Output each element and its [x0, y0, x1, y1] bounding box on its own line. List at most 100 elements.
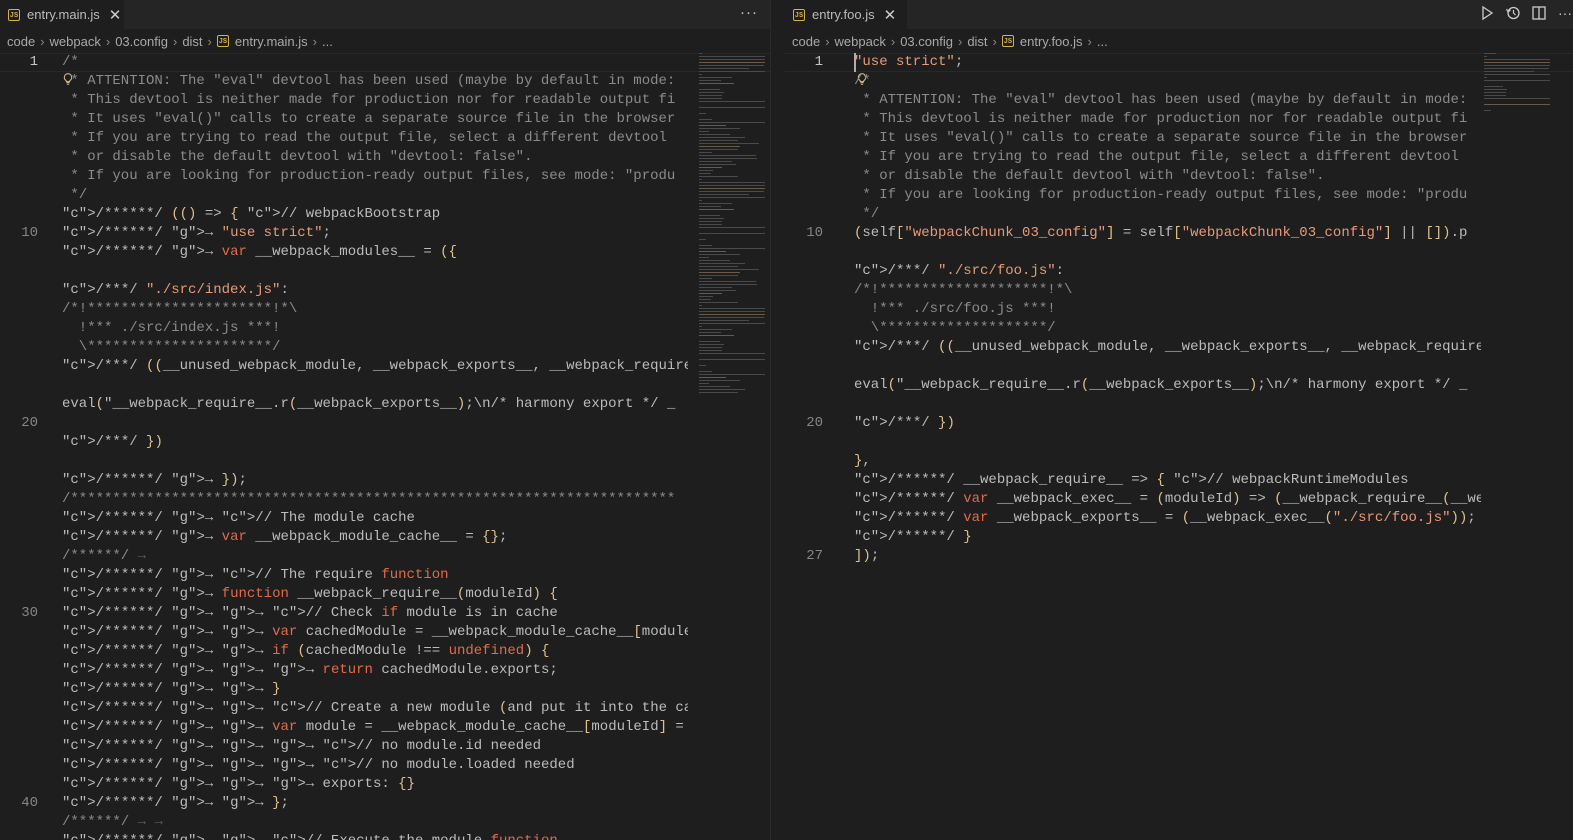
- minimap-line: [1484, 74, 1550, 75]
- minimap-line: [699, 281, 756, 282]
- breadcrumb: code › webpack › 03.config › dist › JS entry…: [785, 29, 1573, 53]
- breadcrumb-item-symbols[interactable]: ...: [322, 34, 333, 49]
- minimap-line: [699, 275, 738, 276]
- code-line: "c">/******/ "g">→ "g">→ };: [62, 795, 289, 811]
- more-actions-icon[interactable]: ···: [740, 4, 758, 21]
- more-actions-icon[interactable]: ···: [1557, 4, 1573, 22]
- code-line: /***************************************…: [62, 491, 676, 507]
- breadcrumb-item-code[interactable]: code: [7, 34, 35, 49]
- minimap-line: [699, 365, 707, 366]
- code-line: \********************/: [854, 320, 1056, 336]
- breadcrumb-item-symbols[interactable]: ...: [1097, 34, 1108, 49]
- code-line: * This devtool is neither made for produ…: [62, 92, 676, 108]
- minimap-line: [699, 341, 720, 342]
- minimap-line: [699, 224, 723, 225]
- code-line: "c">/***/ }): [854, 415, 955, 431]
- minimap-line: [699, 257, 709, 258]
- left-code-editor[interactable]: 1 10 20 30 40 /* * ATTENTION: The "eval"…: [0, 53, 770, 840]
- minimap-line: [1484, 68, 1549, 69]
- code-line: "c">/******/ "g">→ "g">→ }: [62, 681, 281, 697]
- code-line: "c">/******/ var __webpack_exports__ = (…: [854, 510, 1476, 526]
- right-code-editor[interactable]: 1 10 20 27 "use strict"; /* * ATTENTION: …: [785, 53, 1573, 840]
- minimap-line: [1484, 89, 1508, 90]
- code-line: ]);: [854, 548, 880, 564]
- right-editor-group: JS entry.foo.js ✕ ··· code › webpack › 03.…: [785, 0, 1573, 840]
- breadcrumb-item-file[interactable]: entry.main.js: [235, 34, 308, 49]
- minimap-line: [699, 263, 745, 264]
- line-number: 40: [21, 795, 38, 811]
- code-line: * This devtool is neither made for produ…: [854, 111, 1468, 127]
- minimap-line: [699, 389, 745, 390]
- minimap-line: [699, 218, 725, 219]
- minimap-line: [699, 143, 760, 144]
- run-icon[interactable]: [1479, 4, 1495, 22]
- code-line: "c">/***/ "./src/index.js":: [62, 282, 289, 298]
- code-line: */: [854, 206, 880, 222]
- close-icon[interactable]: ✕: [884, 6, 897, 24]
- code-line: * It uses "eval()" calls to create a sep…: [62, 111, 676, 127]
- minimap-line: [699, 371, 712, 372]
- minimap-line: [699, 269, 760, 270]
- minimap-line: [699, 161, 733, 162]
- breadcrumb-item-dist[interactable]: dist: [182, 34, 202, 49]
- close-icon[interactable]: ✕: [109, 6, 122, 24]
- minimap-line: [699, 215, 720, 216]
- breadcrumb-item-webpack[interactable]: webpack: [835, 34, 886, 49]
- breadcrumb-item-config[interactable]: 03.config: [900, 34, 953, 49]
- code-line: "c">/******/ "g">→ "g">→ "g">→ "c">// no…: [62, 738, 541, 754]
- minimap-line: [699, 98, 723, 99]
- breadcrumb-item-webpack[interactable]: webpack: [50, 34, 101, 49]
- minimap-line: [1484, 98, 1550, 99]
- minimap-line: [699, 227, 765, 228]
- minimap[interactable]: [697, 53, 769, 398]
- minimap-line: [699, 278, 712, 279]
- breadcrumb-item-file[interactable]: entry.foo.js: [1020, 34, 1083, 49]
- minimap-line: [699, 317, 764, 318]
- code-line: /*!**********************!*\: [62, 301, 298, 317]
- minimap-line: [699, 188, 765, 189]
- minimap-line: [699, 125, 726, 126]
- code-line: !*** ./src/index.js ***!: [62, 320, 281, 336]
- editor-split-divider[interactable]: [770, 0, 785, 840]
- minimap-line: [699, 350, 723, 351]
- minimap-line: [699, 155, 756, 156]
- minimap-line: [699, 137, 745, 138]
- tab-entry-main-js[interactable]: JS entry.main.js ✕: [0, 0, 124, 29]
- chevron-right-icon: ›: [890, 33, 896, 49]
- minimap-line: [699, 320, 750, 321]
- minimap-line: [1484, 95, 1506, 96]
- minimap-line: [699, 59, 765, 60]
- minimap-line: [699, 293, 723, 294]
- breadcrumb-item-dist[interactable]: dist: [967, 34, 987, 49]
- tab-entry-foo-js[interactable]: JS entry.foo.js ✕: [785, 0, 907, 29]
- code-line: "c">/******/ "g">→ });: [62, 472, 247, 488]
- minimap-line: [699, 128, 740, 129]
- minimap-line: [699, 194, 750, 195]
- chevron-right-icon: ›: [207, 33, 212, 49]
- breadcrumb-item-config[interactable]: 03.config: [115, 34, 168, 49]
- line-number: 1: [814, 54, 823, 70]
- minimap-line: [699, 158, 757, 159]
- minimap-line: [699, 134, 730, 135]
- breadcrumb-item-code[interactable]: code: [792, 34, 820, 49]
- minimap-line: [699, 197, 765, 198]
- timeline-icon[interactable]: [1505, 4, 1521, 22]
- code-line: "c">/******/ (() => { "c">// webpackBoot…: [62, 206, 441, 222]
- minimap-line: [699, 347, 723, 348]
- code-line: "c">/******/ "g">→ "g">→ "c">// Check if…: [62, 605, 558, 621]
- js-file-icon: JS: [8, 8, 20, 21]
- minimap-line: [699, 287, 733, 288]
- minimap-line: [699, 392, 738, 393]
- minimap-line: [699, 221, 723, 222]
- minimap[interactable]: [1482, 53, 1554, 113]
- code-line: "c">/******/ "g">→ var __webpack_modules…: [62, 244, 457, 260]
- code-line: !*** ./src/foo.js ***!: [854, 301, 1056, 317]
- minimap-line: [699, 173, 711, 174]
- minimap-line: [699, 326, 702, 327]
- minimap-line: [699, 200, 702, 201]
- minimap-line: [699, 344, 725, 345]
- chevron-right-icon: ›: [172, 33, 178, 49]
- split-editor-icon[interactable]: [1531, 4, 1547, 22]
- code-line: "c">/***/ ((__unused_webpack_module, __w…: [854, 339, 1481, 355]
- line-number: 20: [21, 415, 38, 431]
